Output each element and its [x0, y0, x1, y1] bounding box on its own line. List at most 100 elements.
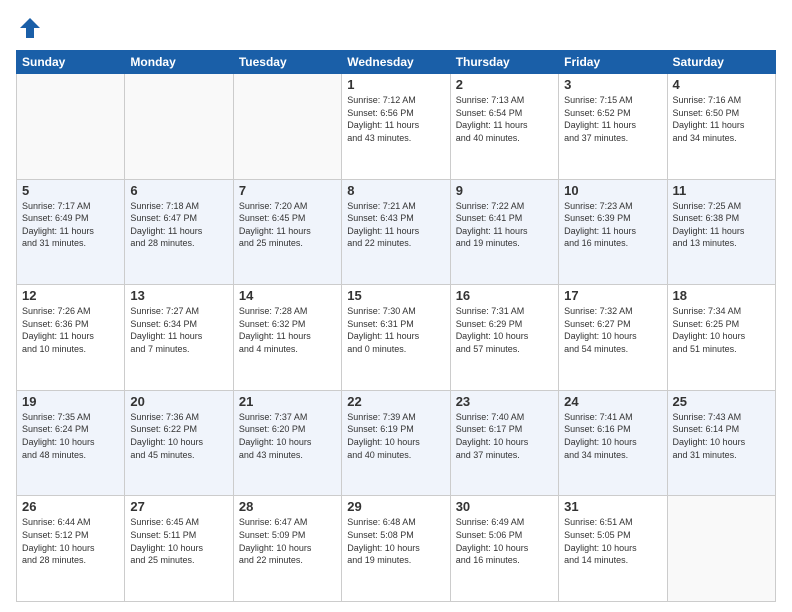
day-info: Sunrise: 7:32 AM Sunset: 6:27 PM Dayligh…: [564, 305, 661, 355]
calendar-cell: 13 Sunrise: 7:27 AM Sunset: 6:34 PM Dayli…: [125, 285, 233, 391]
weekday-header-row: SundayMondayTuesdayWednesdayThursdayFrid…: [17, 51, 776, 74]
day-number: 4: [673, 77, 770, 92]
day-number: 18: [673, 288, 770, 303]
day-info: Sunrise: 7:34 AM Sunset: 6:25 PM Dayligh…: [673, 305, 770, 355]
calendar-cell: 16 Sunrise: 7:31 AM Sunset: 6:29 PM Dayli…: [450, 285, 558, 391]
calendar-cell: 15 Sunrise: 7:30 AM Sunset: 6:31 PM Dayli…: [342, 285, 450, 391]
weekday-saturday: Saturday: [667, 51, 775, 74]
day-number: 7: [239, 183, 336, 198]
weekday-thursday: Thursday: [450, 51, 558, 74]
day-info: Sunrise: 7:23 AM Sunset: 6:39 PM Dayligh…: [564, 200, 661, 250]
calendar-cell: 3 Sunrise: 7:15 AM Sunset: 6:52 PM Daylig…: [559, 74, 667, 180]
day-info: Sunrise: 7:31 AM Sunset: 6:29 PM Dayligh…: [456, 305, 553, 355]
day-info: Sunrise: 6:45 AM Sunset: 5:11 PM Dayligh…: [130, 516, 227, 566]
day-number: 11: [673, 183, 770, 198]
day-number: 8: [347, 183, 444, 198]
day-info: Sunrise: 7:15 AM Sunset: 6:52 PM Dayligh…: [564, 94, 661, 144]
day-number: 31: [564, 499, 661, 514]
day-info: Sunrise: 7:40 AM Sunset: 6:17 PM Dayligh…: [456, 411, 553, 461]
calendar-cell: 1 Sunrise: 7:12 AM Sunset: 6:56 PM Daylig…: [342, 74, 450, 180]
day-number: 12: [22, 288, 119, 303]
day-number: 28: [239, 499, 336, 514]
calendar-cell: [233, 74, 341, 180]
day-info: Sunrise: 7:43 AM Sunset: 6:14 PM Dayligh…: [673, 411, 770, 461]
calendar-table: SundayMondayTuesdayWednesdayThursdayFrid…: [16, 50, 776, 602]
day-info: Sunrise: 7:28 AM Sunset: 6:32 PM Dayligh…: [239, 305, 336, 355]
day-info: Sunrise: 7:25 AM Sunset: 6:38 PM Dayligh…: [673, 200, 770, 250]
calendar-cell: 27 Sunrise: 6:45 AM Sunset: 5:11 PM Dayli…: [125, 496, 233, 602]
weekday-tuesday: Tuesday: [233, 51, 341, 74]
day-number: 26: [22, 499, 119, 514]
day-number: 5: [22, 183, 119, 198]
day-number: 15: [347, 288, 444, 303]
week-row-1: 1 Sunrise: 7:12 AM Sunset: 6:56 PM Daylig…: [17, 74, 776, 180]
day-number: 14: [239, 288, 336, 303]
calendar-cell: 11 Sunrise: 7:25 AM Sunset: 6:38 PM Dayli…: [667, 179, 775, 285]
day-info: Sunrise: 7:16 AM Sunset: 6:50 PM Dayligh…: [673, 94, 770, 144]
day-info: Sunrise: 7:30 AM Sunset: 6:31 PM Dayligh…: [347, 305, 444, 355]
week-row-4: 19 Sunrise: 7:35 AM Sunset: 6:24 PM Dayli…: [17, 390, 776, 496]
day-info: Sunrise: 7:13 AM Sunset: 6:54 PM Dayligh…: [456, 94, 553, 144]
day-number: 6: [130, 183, 227, 198]
week-row-2: 5 Sunrise: 7:17 AM Sunset: 6:49 PM Daylig…: [17, 179, 776, 285]
day-number: 16: [456, 288, 553, 303]
calendar-cell: [17, 74, 125, 180]
day-number: 25: [673, 394, 770, 409]
day-number: 13: [130, 288, 227, 303]
calendar-cell: 6 Sunrise: 7:18 AM Sunset: 6:47 PM Daylig…: [125, 179, 233, 285]
calendar-cell: [667, 496, 775, 602]
calendar-cell: 18 Sunrise: 7:34 AM Sunset: 6:25 PM Dayli…: [667, 285, 775, 391]
calendar-cell: 21 Sunrise: 7:37 AM Sunset: 6:20 PM Dayli…: [233, 390, 341, 496]
page: SundayMondayTuesdayWednesdayThursdayFrid…: [0, 0, 792, 612]
day-number: 9: [456, 183, 553, 198]
calendar-cell: 23 Sunrise: 7:40 AM Sunset: 6:17 PM Dayli…: [450, 390, 558, 496]
weekday-wednesday: Wednesday: [342, 51, 450, 74]
day-number: 1: [347, 77, 444, 92]
day-info: Sunrise: 7:39 AM Sunset: 6:19 PM Dayligh…: [347, 411, 444, 461]
calendar-cell: 14 Sunrise: 7:28 AM Sunset: 6:32 PM Dayli…: [233, 285, 341, 391]
day-info: Sunrise: 7:18 AM Sunset: 6:47 PM Dayligh…: [130, 200, 227, 250]
day-number: 3: [564, 77, 661, 92]
day-number: 23: [456, 394, 553, 409]
day-info: Sunrise: 7:27 AM Sunset: 6:34 PM Dayligh…: [130, 305, 227, 355]
calendar-cell: 17Sunrise: 7:32 AM Sunset: 6:27 PM Dayli…: [559, 285, 667, 391]
calendar-cell: 5 Sunrise: 7:17 AM Sunset: 6:49 PM Daylig…: [17, 179, 125, 285]
calendar-cell: 28 Sunrise: 6:47 AM Sunset: 5:09 PM Dayli…: [233, 496, 341, 602]
day-number: 20: [130, 394, 227, 409]
day-number: 22: [347, 394, 444, 409]
day-number: 2: [456, 77, 553, 92]
day-info: Sunrise: 7:37 AM Sunset: 6:20 PM Dayligh…: [239, 411, 336, 461]
day-number: 24: [564, 394, 661, 409]
weekday-monday: Monday: [125, 51, 233, 74]
calendar-cell: 4 Sunrise: 7:16 AM Sunset: 6:50 PM Daylig…: [667, 74, 775, 180]
calendar-cell: 26 Sunrise: 6:44 AM Sunset: 5:12 PM Dayli…: [17, 496, 125, 602]
day-info: Sunrise: 7:17 AM Sunset: 6:49 PM Dayligh…: [22, 200, 119, 250]
calendar-cell: 9 Sunrise: 7:22 AM Sunset: 6:41 PM Daylig…: [450, 179, 558, 285]
calendar-cell: 19 Sunrise: 7:35 AM Sunset: 6:24 PM Dayli…: [17, 390, 125, 496]
calendar-cell: 20Sunrise: 7:36 AM Sunset: 6:22 PM Dayli…: [125, 390, 233, 496]
calendar-cell: 25 Sunrise: 7:43 AM Sunset: 6:14 PM Dayli…: [667, 390, 775, 496]
calendar-cell: 8Sunrise: 7:21 AM Sunset: 6:43 PM Daylig…: [342, 179, 450, 285]
day-info: Sunrise: 6:49 AM Sunset: 5:06 PM Dayligh…: [456, 516, 553, 566]
day-info: Sunrise: 7:20 AM Sunset: 6:45 PM Dayligh…: [239, 200, 336, 250]
day-number: 10: [564, 183, 661, 198]
week-row-3: 12Sunrise: 7:26 AM Sunset: 6:36 PM Dayli…: [17, 285, 776, 391]
calendar-cell: 31Sunrise: 6:51 AM Sunset: 5:05 PM Dayli…: [559, 496, 667, 602]
day-number: 30: [456, 499, 553, 514]
day-info: Sunrise: 6:47 AM Sunset: 5:09 PM Dayligh…: [239, 516, 336, 566]
day-number: 19: [22, 394, 119, 409]
calendar-cell: 10 Sunrise: 7:23 AM Sunset: 6:39 PM Dayli…: [559, 179, 667, 285]
day-number: 29: [347, 499, 444, 514]
day-info: Sunrise: 7:41 AM Sunset: 6:16 PM Dayligh…: [564, 411, 661, 461]
calendar-cell: 29Sunrise: 6:48 AM Sunset: 5:08 PM Dayli…: [342, 496, 450, 602]
day-info: Sunrise: 7:35 AM Sunset: 6:24 PM Dayligh…: [22, 411, 119, 461]
calendar-cell: [125, 74, 233, 180]
day-info: Sunrise: 7:22 AM Sunset: 6:41 PM Dayligh…: [456, 200, 553, 250]
calendar-cell: 7 Sunrise: 7:20 AM Sunset: 6:45 PM Daylig…: [233, 179, 341, 285]
day-number: 27: [130, 499, 227, 514]
day-number: 21: [239, 394, 336, 409]
day-info: Sunrise: 7:12 AM Sunset: 6:56 PM Dayligh…: [347, 94, 444, 144]
day-info: Sunrise: 6:44 AM Sunset: 5:12 PM Dayligh…: [22, 516, 119, 566]
week-row-5: 26 Sunrise: 6:44 AM Sunset: 5:12 PM Dayli…: [17, 496, 776, 602]
calendar-cell: 30 Sunrise: 6:49 AM Sunset: 5:06 PM Dayli…: [450, 496, 558, 602]
